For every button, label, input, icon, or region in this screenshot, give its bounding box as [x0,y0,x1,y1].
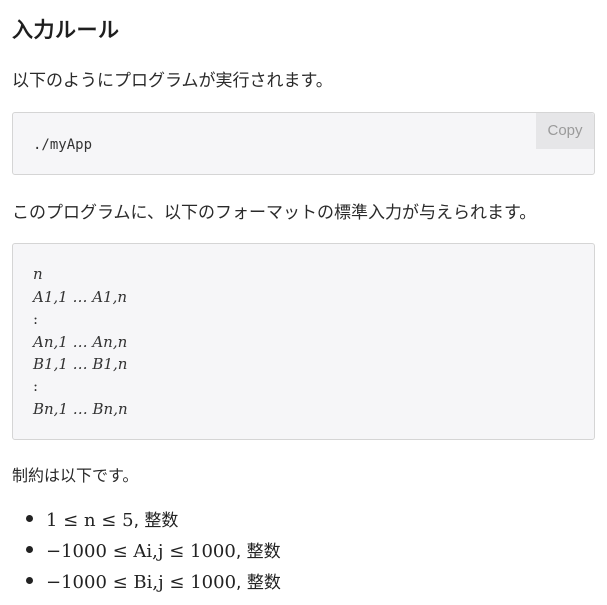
format-line: B1,1 … B1,n [33,355,128,373]
constraint-suffix: , 整数 [235,542,281,562]
format-line: Bn,1 … Bn,n [33,400,128,418]
section-heading: 入力ルール [12,18,120,42]
constraint-item: −1000 ≤ Ai,j ≤ 1000, 整数 [12,537,281,568]
format-intro-text: このプログラムに、以下のフォーマットの標準入力が与えられます。 [12,203,537,223]
constraint-math: −1000 ≤ Ai,j ≤ 1000 [46,541,236,562]
constraint-item: −1000 ≤ Bi,j ≤ 1000, 整数 [12,568,281,599]
format-line: A1,1 … A1,n [33,288,128,306]
constraint-math: −1000 ≤ Bi,j ≤ 1000 [46,572,237,593]
constraint-suffix: , 整数 [236,573,281,593]
format-line: : [33,377,39,395]
command-text: ./myApp [33,137,93,153]
constraints-intro-text: 制約は以下です。 [12,466,139,485]
input-format-block: n A1,1 … A1,n : An,1 … An,n B1,1 … B1,n … [12,243,595,440]
format-line: An,1 … An,n [33,333,128,351]
format-line: : [33,310,39,328]
bullet-icon [26,515,33,522]
copy-button[interactable]: Copy [536,113,594,149]
constraint-item: 1 ≤ n ≤ 5, 整数 [12,506,281,537]
bullet-icon [26,546,33,553]
constraint-suffix: , 整数 [133,511,179,531]
intro-text: 以下のようにプログラムが実行されます。 [12,71,333,91]
constraint-math: 1 ≤ n ≤ 5 [46,510,134,531]
command-code-block: ./myApp Copy [12,112,595,175]
format-line: n [33,265,43,283]
bullet-icon [26,577,33,584]
constraints-list: 1 ≤ n ≤ 5, 整数 −1000 ≤ Ai,j ≤ 1000, 整数 −1… [12,506,281,599]
